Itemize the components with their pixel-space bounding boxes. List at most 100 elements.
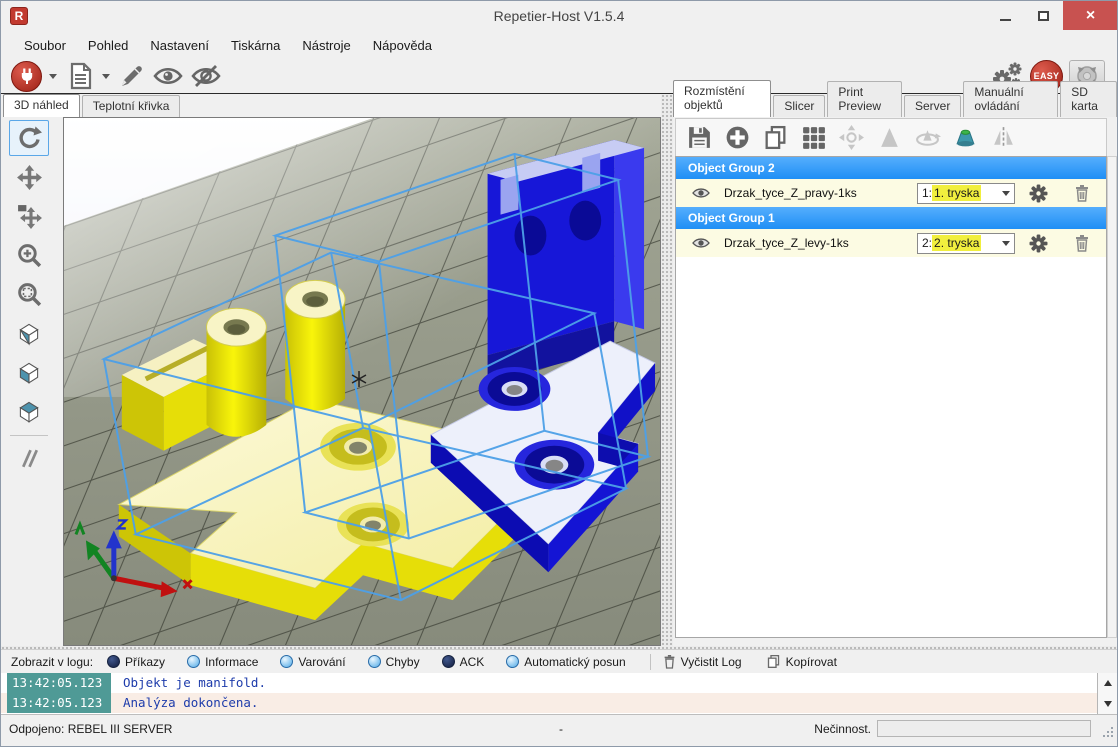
zoom-in-button[interactable]	[9, 237, 49, 273]
menu-pohled[interactable]: Pohled	[77, 33, 139, 58]
visibility-eye-icon[interactable]	[692, 187, 710, 199]
filter-circle-icon	[442, 655, 455, 668]
hide-travel-button[interactable]	[188, 60, 224, 92]
panel-scrollbar[interactable]	[1107, 156, 1117, 638]
filter-circle-icon	[187, 655, 200, 668]
log-message: Objekt je manifold.	[111, 673, 266, 693]
save-icon	[686, 124, 713, 151]
move-object-button[interactable]	[9, 198, 49, 234]
load-dropdown-caret[interactable]	[102, 74, 110, 79]
3d-scene	[64, 118, 660, 645]
parallel-projection-icon	[16, 445, 43, 472]
status-bar: Odpojeno: REBEL III SERVER - Nečinnost.	[1, 714, 1117, 742]
top-cube-icon	[15, 397, 43, 425]
close-button[interactable]: ×	[1063, 1, 1118, 30]
minimize-button[interactable]	[987, 1, 1023, 30]
copy-log-button[interactable]: Kopírovat	[766, 654, 837, 669]
visibility-eye-icon[interactable]	[692, 237, 710, 249]
object-settings-button[interactable]	[1029, 184, 1048, 203]
object-row[interactable]: Drzak_tyce_Z_pravy-1ks 1: 1. tryska	[676, 179, 1106, 207]
chevron-down-icon	[1002, 241, 1010, 246]
main-area: 3D náhled Teplotní křivka	[1, 94, 1117, 646]
tab-temperature-curve[interactable]: Teplotní křivka	[82, 95, 181, 117]
top-view-button[interactable]	[9, 393, 49, 429]
toolbar-separator	[650, 654, 651, 670]
front-view-button[interactable]	[9, 354, 49, 390]
toggle-label: Informace	[205, 655, 258, 669]
save-objects-button[interactable]	[680, 121, 718, 155]
scale-object-button[interactable]	[870, 121, 908, 155]
extruder-select[interactable]: 1: 1. tryska	[917, 183, 1015, 204]
scale-icon	[876, 124, 903, 151]
clear-log-button[interactable]: Vyčistit Log	[663, 654, 742, 669]
extruder-select[interactable]: 2: 2. tryska	[917, 233, 1015, 254]
trash-icon	[1074, 234, 1090, 252]
3d-viewport[interactable]	[63, 117, 661, 646]
connect-dropdown-caret[interactable]	[49, 74, 57, 79]
scroll-down-icon[interactable]	[1104, 701, 1112, 707]
front-cube-icon	[15, 358, 43, 386]
add-object-button[interactable]	[718, 121, 756, 155]
tab-slicer[interactable]: Slicer	[773, 95, 825, 117]
parallel-projection-button[interactable]	[9, 440, 49, 476]
tab-sd-card[interactable]: SD karta	[1060, 81, 1117, 117]
tab-3d-view[interactable]: 3D náhled	[3, 94, 80, 117]
menu-tiskarna[interactable]: Tiskárna	[220, 33, 291, 58]
progress-bar	[877, 720, 1091, 737]
repetier-host-window: R Repetier-Host V1.5.4 × Soubor Pohled N…	[0, 0, 1118, 747]
trash-icon	[1074, 184, 1090, 202]
toggle-autoscroll[interactable]: Automatický posun	[506, 655, 625, 669]
isometric-view-button[interactable]	[9, 315, 49, 351]
toggle-ack[interactable]: ACK	[442, 655, 485, 669]
load-button[interactable]	[63, 60, 97, 92]
zoom-fit-icon	[16, 281, 43, 308]
tab-server[interactable]: Server	[904, 95, 961, 117]
object-group-header[interactable]: Object Group 2	[676, 157, 1106, 179]
toggle-info[interactable]: Informace	[187, 655, 258, 669]
toggle-warnings[interactable]: Varování	[280, 655, 345, 669]
toggle-errors[interactable]: Chyby	[368, 655, 420, 669]
connect-button[interactable]	[9, 60, 44, 92]
object-row[interactable]: Drzak_tyce_Z_levy-1ks 2: 2. tryska	[676, 229, 1106, 257]
menu-nastaveni[interactable]: Nastavení	[139, 33, 220, 58]
tab-object-placement[interactable]: Rozmístění objektů	[673, 80, 771, 117]
menu-soubor[interactable]: Soubor	[13, 33, 77, 58]
log-area[interactable]: 13:42:05.123 Objekt je manifold. 13:42:0…	[1, 673, 1117, 714]
scroll-up-icon[interactable]	[1104, 680, 1112, 686]
mirror-object-button[interactable]	[984, 121, 1022, 155]
tab-manual-control[interactable]: Manuální ovládání	[963, 81, 1058, 117]
log-scrollbar[interactable]	[1097, 673, 1117, 714]
autoposition-button[interactable]	[794, 121, 832, 155]
show-filament-button[interactable]	[150, 60, 186, 92]
main-toolbar: EASY	[1, 59, 1117, 94]
center-object-button[interactable]	[832, 121, 870, 155]
toggle-label: Varování	[298, 655, 345, 669]
gear-icon	[1029, 184, 1048, 203]
object-settings-button[interactable]	[1029, 234, 1048, 253]
rotate-object-button[interactable]	[908, 121, 946, 155]
delete-object-button[interactable]	[1074, 234, 1090, 252]
copy-object-button[interactable]	[756, 121, 794, 155]
move-object-icon	[16, 203, 43, 230]
toggle-label: Chyby	[386, 655, 420, 669]
toggle-label: Automatický posun	[524, 655, 625, 669]
resize-grip[interactable]	[1103, 727, 1114, 738]
edit-object-button[interactable]	[116, 60, 148, 92]
maximize-button[interactable]	[1023, 1, 1063, 30]
toggle-commands[interactable]: Příkazy	[107, 655, 165, 669]
document-icon	[65, 61, 95, 91]
object-group-header[interactable]: Object Group 1	[676, 207, 1106, 229]
zoom-fit-button[interactable]	[9, 276, 49, 312]
move-view-button[interactable]	[9, 159, 49, 195]
object-toolbar	[675, 118, 1107, 156]
tab-print-preview[interactable]: Print Preview	[827, 81, 902, 117]
delete-object-button[interactable]	[1074, 184, 1090, 202]
move-icon	[16, 164, 43, 191]
log-toolbar: Zobrazit v logu: Příkazy Informace Varov…	[1, 649, 1117, 673]
menu-napoveda[interactable]: Nápověda	[362, 33, 443, 58]
extruder-value: 2. tryska	[932, 235, 981, 251]
rotate-view-button[interactable]	[9, 120, 49, 156]
vertical-splitter[interactable]	[661, 94, 673, 646]
cut-object-button[interactable]	[946, 121, 984, 155]
menu-nastroje[interactable]: Nástroje	[291, 33, 361, 58]
